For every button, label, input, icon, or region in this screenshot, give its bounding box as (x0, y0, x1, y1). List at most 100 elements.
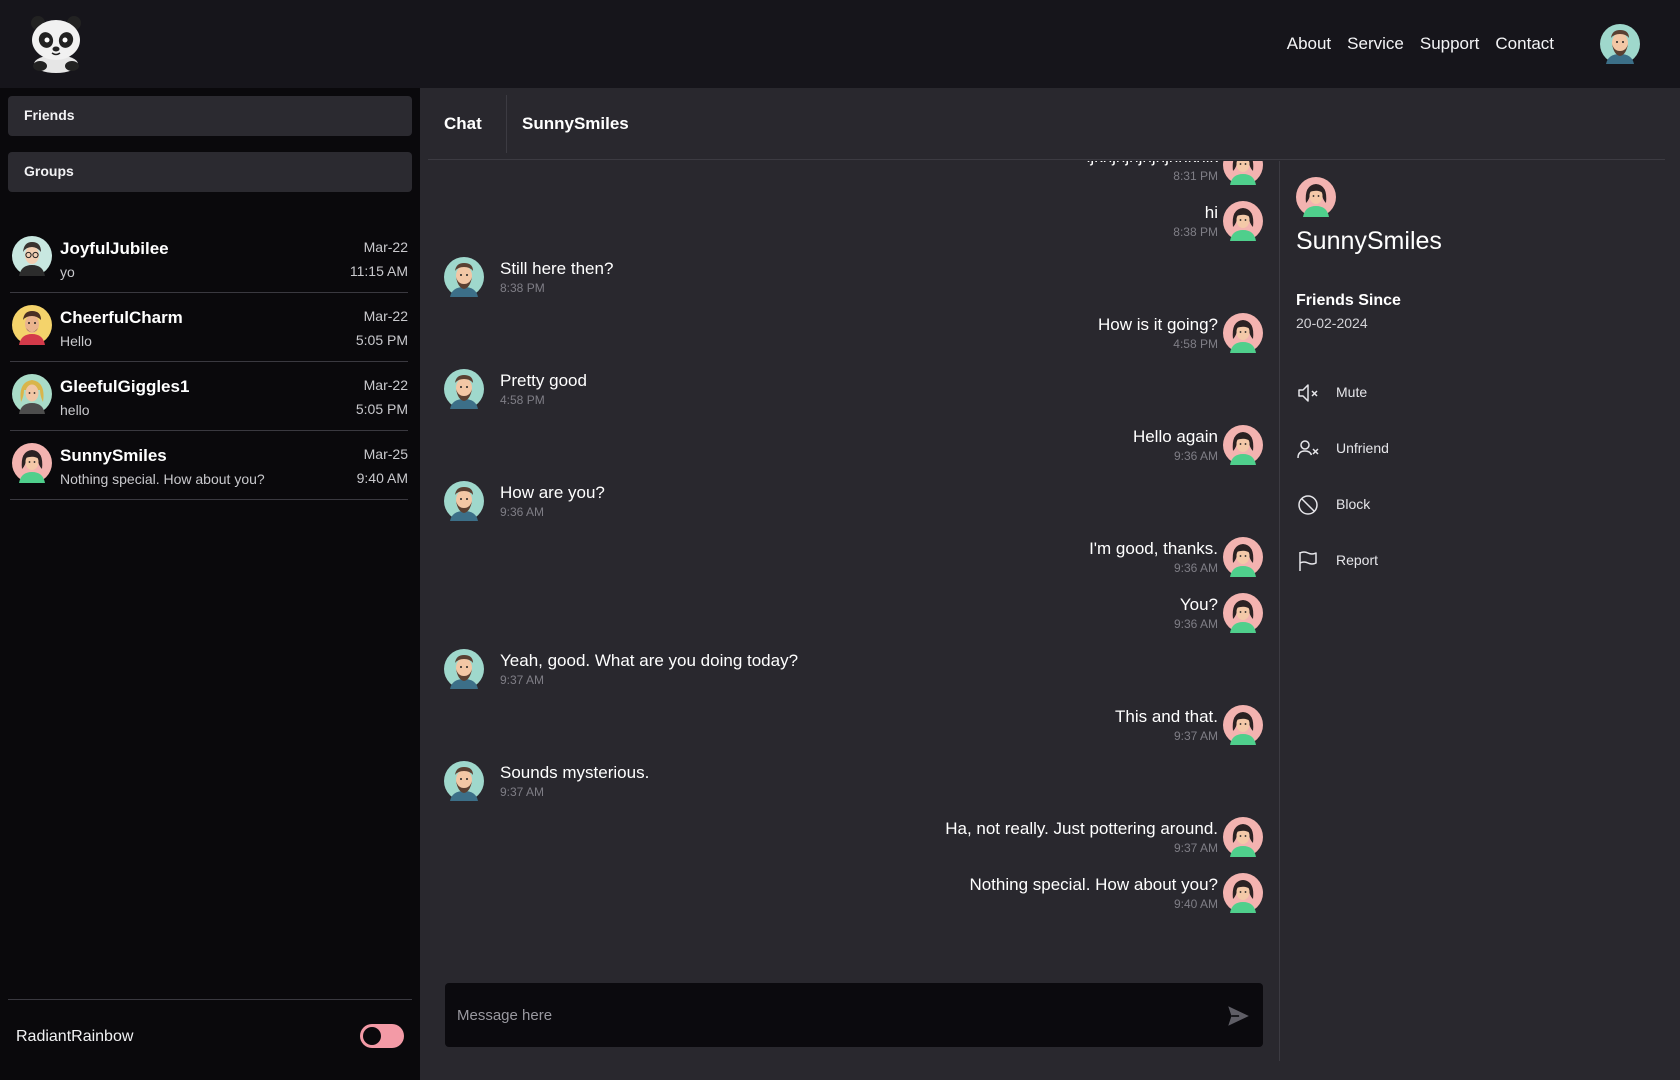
avatar (444, 649, 484, 689)
message-received: Yeah, good. What are you doing today? 9:… (420, 649, 1280, 699)
message-text: Hello again (1132, 427, 1218, 446)
message-sent: I'm good, thanks. 9:36 AM (420, 537, 1280, 587)
conversation-item[interactable]: JoyfulJubilee yo Mar-22 11:15 AM (10, 224, 408, 293)
message-text: How are you? (500, 483, 605, 502)
message-time: 8:31 PM (1173, 169, 1218, 183)
conversation-preview: Nothing special. How about you? (60, 471, 265, 487)
contact-name: SunnySmiles (1296, 227, 1442, 255)
block-label: Block (1336, 496, 1371, 512)
message-sent: Hello again 9:36 AM (420, 425, 1280, 475)
nav-contact[interactable]: Contact (1495, 34, 1554, 54)
conversation-time: 11:15 AM (349, 263, 408, 279)
avatar (1223, 161, 1263, 185)
message-time: 9:37 AM (1173, 841, 1218, 855)
message-text: Still here then? (500, 259, 614, 278)
avatar (1223, 873, 1263, 913)
chat-title: SunnySmiles (522, 114, 629, 133)
contact-details-panel: SunnySmiles Friends Since 20-02-2024 Mut… (1279, 161, 1669, 1061)
message-text: Pretty good (500, 371, 587, 390)
avatar (12, 305, 52, 345)
chat-area: Chat SunnySmiles ljknjnjnjnjnjnnknlk 8:3… (420, 88, 1680, 1080)
header-divider (506, 95, 507, 153)
message-sent: You? 9:36 AM (420, 593, 1280, 643)
message-time: 8:38 PM (500, 281, 545, 295)
message-text: Yeah, good. What are you doing today? (500, 651, 799, 670)
message-time: 4:58 PM (1173, 337, 1218, 351)
friends-button[interactable]: Friends (8, 96, 412, 136)
message-received: Sounds mysterious. 9:37 AM (420, 761, 1280, 811)
message-time: 9:36 AM (1173, 449, 1218, 463)
friends-since-value: 20-02-2024 (1296, 315, 1368, 331)
conversation-time: 5:05 PM (355, 332, 408, 348)
message-received: Pretty good 4:58 PM (420, 369, 1280, 419)
message-list[interactable]: ljknjnjnjnjnjnnknlk 8:31 PM hi 8:38 PM S… (420, 161, 1280, 961)
top-navbar: About Service Support Contact (0, 0, 1680, 88)
message-sent: Nothing special. How about you? 9:40 AM (420, 873, 1280, 923)
message-time: 9:36 AM (1173, 617, 1218, 631)
conversation-preview: yo (60, 264, 75, 280)
avatar (1223, 817, 1263, 857)
tab-chat[interactable]: Chat (444, 114, 482, 134)
message-text: This and that. (1114, 707, 1218, 726)
message-sent: How is it going? 4:58 PM (420, 313, 1280, 363)
conversation-name: CheerfulCharm (60, 308, 183, 327)
message-sent: This and that. 9:37 AM (420, 705, 1280, 755)
avatar (444, 369, 484, 409)
mute-icon (1298, 384, 1318, 402)
conversation-item[interactable]: CheerfulCharm Hello Mar-22 5:05 PM (10, 293, 408, 362)
mute-label: Mute (1336, 384, 1368, 400)
message-received: How are you? 9:36 AM (420, 481, 1280, 531)
message-text: Nothing special. How about you? (969, 875, 1218, 894)
block-button[interactable]: Block (1296, 490, 1496, 520)
unfriend-label: Unfriend (1336, 440, 1389, 456)
unfriend-button[interactable]: Unfriend (1296, 434, 1496, 464)
conversation-item[interactable]: GleefulGiggles1 hello Mar-22 5:05 PM (10, 362, 408, 431)
avatar (444, 257, 484, 297)
message-input[interactable] (457, 1003, 1157, 1027)
nav-service[interactable]: Service (1347, 34, 1404, 54)
message-time: 9:37 AM (1173, 729, 1218, 743)
current-username: RadiantRainbow (16, 1028, 134, 1045)
message-time: 9:37 AM (500, 785, 545, 799)
conversation-time: 5:05 PM (355, 401, 408, 417)
sidebar: Friends Groups JoyfulJubilee yo Mar-22 1… (0, 88, 420, 1080)
report-label: Report (1336, 552, 1379, 568)
message-time: 8:38 PM (1173, 225, 1218, 239)
avatar (1296, 177, 1336, 217)
avatar (12, 374, 52, 414)
message-time: 4:58 PM (500, 393, 545, 407)
avatar (12, 443, 52, 483)
message-received: Still here then? 8:38 PM (420, 257, 1280, 307)
message-text: I'm good, thanks. (1089, 539, 1218, 558)
conversation-date: Mar-22 (363, 239, 408, 255)
message-sent: ljknjnjnjnjnjnnknlk 8:31 PM (420, 161, 1280, 195)
conversation-date: Mar-22 (363, 377, 408, 393)
message-composer (445, 983, 1263, 1047)
conversation-date: Mar-25 (363, 446, 408, 462)
message-time: 9:40 AM (1173, 897, 1218, 911)
conversation-item[interactable]: SunnySmiles Nothing special. How about y… (10, 431, 408, 500)
nav-support[interactable]: Support (1420, 34, 1480, 54)
avatar (12, 236, 52, 276)
conversation-time: 9:40 AM (356, 470, 408, 486)
friends-since-label: Friends Since (1296, 292, 1401, 309)
avatar (1223, 425, 1263, 465)
panda-logo[interactable] (24, 14, 88, 74)
message-text: ljknjnjnjnjnjnnknlk (1087, 161, 1218, 167)
message-time: 9:36 AM (500, 505, 545, 519)
theme-toggle[interactable] (360, 1024, 404, 1048)
report-button[interactable]: Report (1296, 546, 1496, 576)
send-icon[interactable] (1225, 1003, 1251, 1029)
message-time: 9:37 AM (500, 673, 545, 687)
sidebar-footer: RadiantRainbow (8, 999, 412, 1080)
message-text: Ha, not really. Just pottering around. (945, 819, 1218, 838)
user-avatar[interactable] (1600, 24, 1640, 64)
message-text: Sounds mysterious. (500, 763, 650, 782)
nav-about[interactable]: About (1287, 34, 1331, 54)
conversation-name: JoyfulJubilee (60, 239, 169, 258)
message-time: 9:36 AM (1173, 561, 1218, 575)
conversation-name: SunnySmiles (60, 446, 167, 465)
avatar (1223, 537, 1263, 577)
groups-button[interactable]: Groups (8, 152, 412, 192)
mute-button[interactable]: Mute (1296, 378, 1496, 408)
